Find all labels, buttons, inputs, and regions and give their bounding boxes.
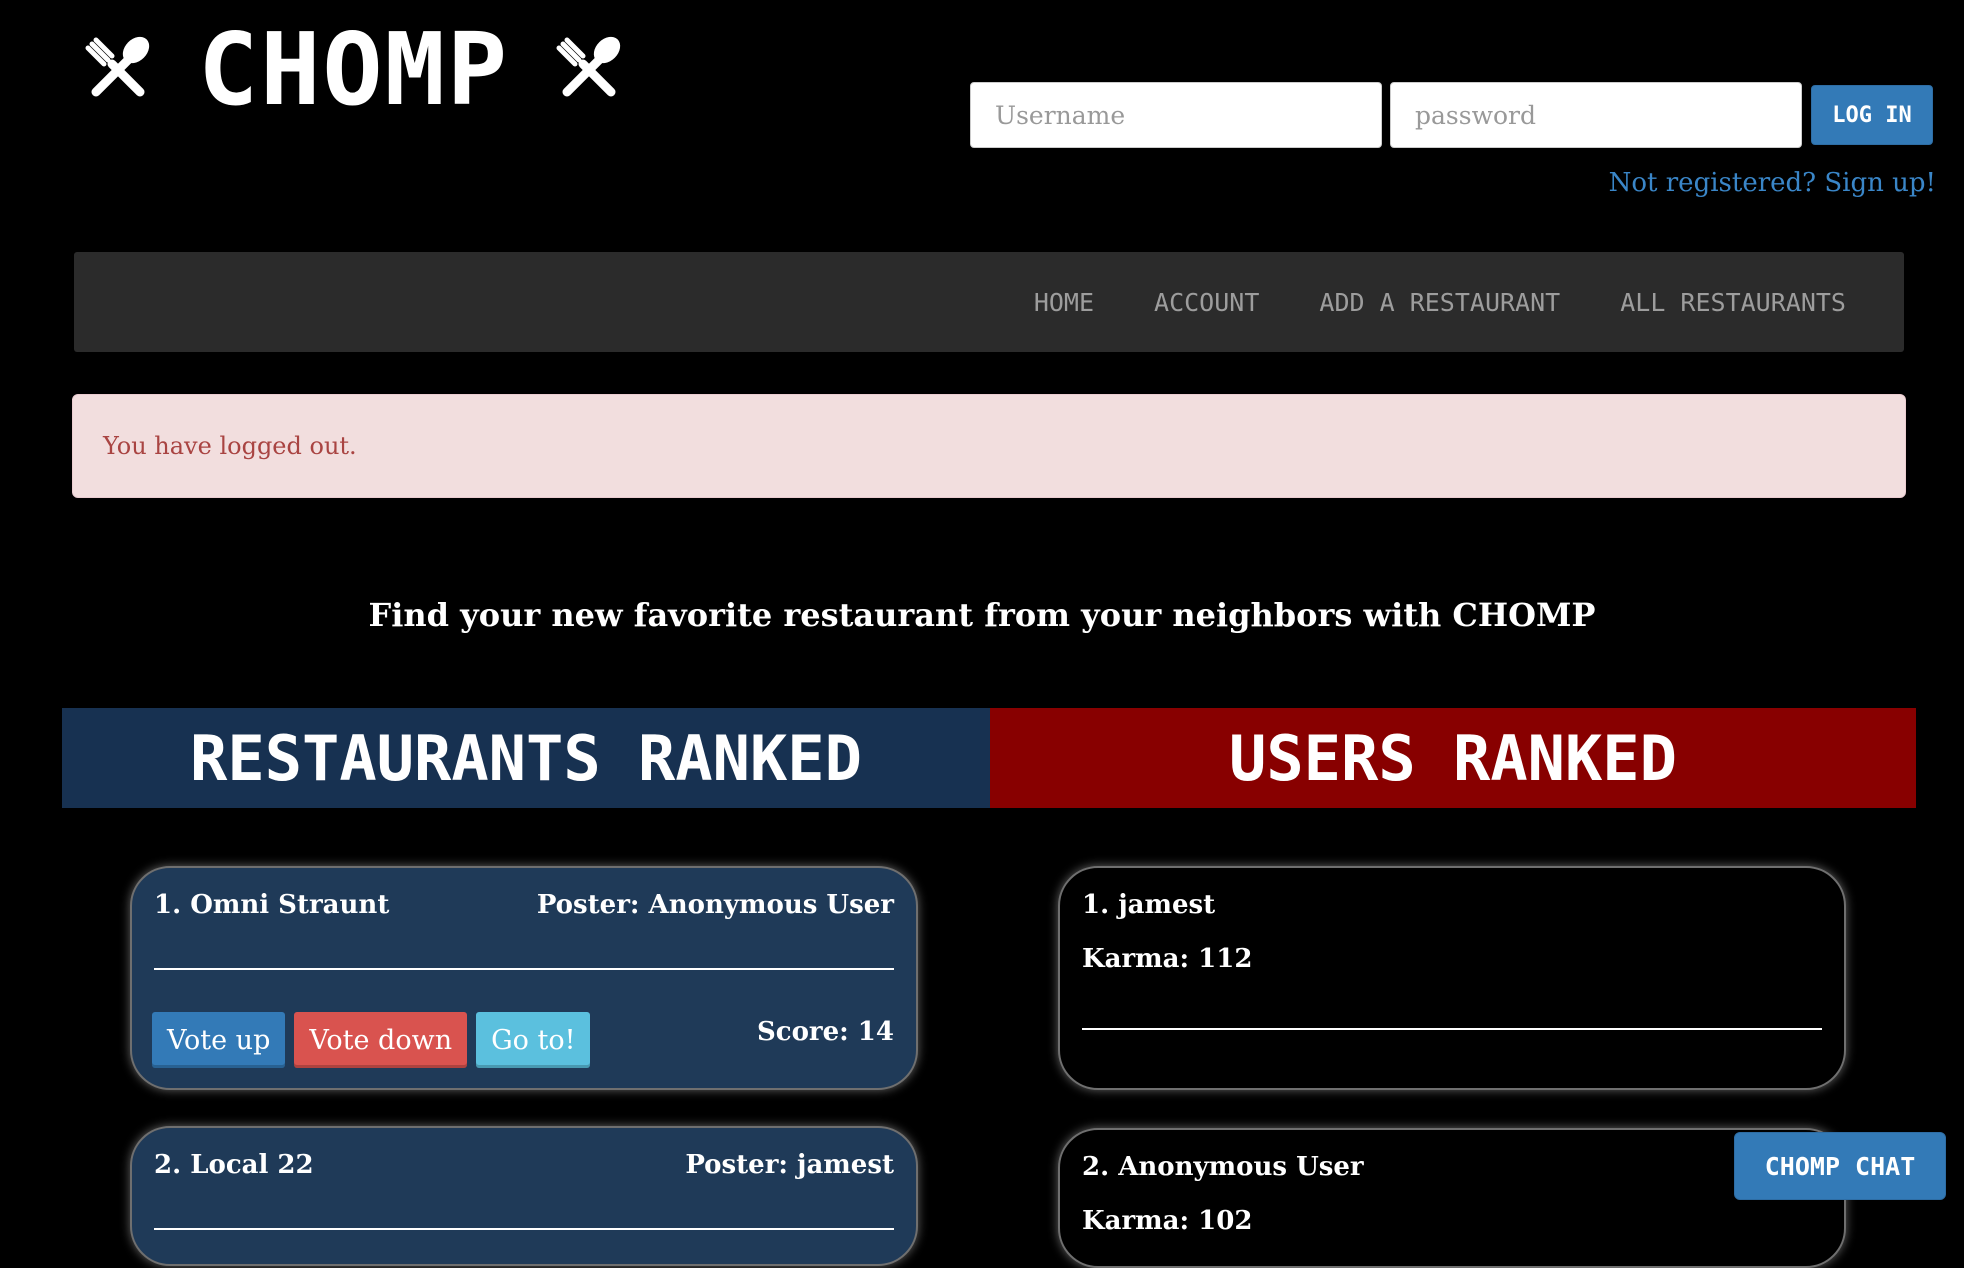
nav-account[interactable]: ACCOUNT [1124, 288, 1289, 317]
nav-add-restaurant[interactable]: ADD A RESTAURANT [1289, 288, 1590, 317]
restaurant-score: Score: 14 [756, 1017, 894, 1047]
logo[interactable]: CHOMP [78, 10, 629, 130]
users-ranked-heading: USERS RANKED [990, 708, 1916, 808]
restaurant-card: 1. Omni Straunt Poster: Anonymous User V… [130, 866, 918, 1090]
alert-message: You have logged out. [103, 432, 357, 460]
user-name: 2. Anonymous User [1082, 1152, 1364, 1182]
nav-menu: HOME ACCOUNT ADD A RESTAURANT ALL RESTAU… [1004, 252, 1876, 352]
username-input[interactable] [970, 82, 1382, 148]
password-input[interactable] [1390, 82, 1802, 148]
restaurant-name: 1. Omni Straunt [154, 890, 390, 920]
signup-link[interactable]: Not registered? Sign up! [1609, 168, 1936, 198]
card-divider [1082, 1028, 1822, 1030]
navbar: HOME ACCOUNT ADD A RESTAURANT ALL RESTAU… [74, 252, 1904, 352]
go-to-button[interactable]: Go to! [476, 1012, 591, 1068]
user-card: 1. jamest Karma: 112 [1058, 866, 1846, 1090]
restaurant-name: 2. Local 22 [154, 1150, 314, 1180]
restaurant-card: 2. Local 22 Poster: jamest [130, 1126, 918, 1266]
logo-text: CHOMP [198, 11, 510, 128]
login-form: LOG IN [970, 82, 1933, 148]
nav-all-restaurants[interactable]: ALL RESTAURANTS [1590, 288, 1876, 317]
fork-spoon-icon [85, 36, 150, 97]
restaurant-poster: Poster: jamest [685, 1150, 894, 1180]
restaurants-ranked-heading: RESTAURANTS RANKED [62, 708, 990, 808]
fork-spoon-icon [556, 36, 621, 97]
user-name: 1. jamest [1082, 890, 1216, 920]
vote-down-button[interactable]: Vote down [294, 1012, 468, 1068]
vote-up-button[interactable]: Vote up [152, 1012, 286, 1068]
nav-home[interactable]: HOME [1004, 288, 1124, 317]
restaurant-actions: Vote up Vote down Go to! Score: 14 [152, 1012, 894, 1068]
logout-alert: You have logged out. [72, 394, 1906, 498]
login-button[interactable]: LOG IN [1811, 85, 1933, 145]
card-divider [154, 968, 894, 970]
chomp-chat-button[interactable]: CHOMP CHAT [1734, 1132, 1946, 1200]
user-karma: Karma: 112 [1082, 944, 1253, 974]
restaurant-poster: Poster: Anonymous User [536, 890, 894, 920]
tagline: Find your new favorite restaurant from y… [368, 596, 1596, 634]
user-card: 2. Anonymous User Karma: 102 [1058, 1128, 1846, 1268]
card-divider [154, 1228, 894, 1230]
